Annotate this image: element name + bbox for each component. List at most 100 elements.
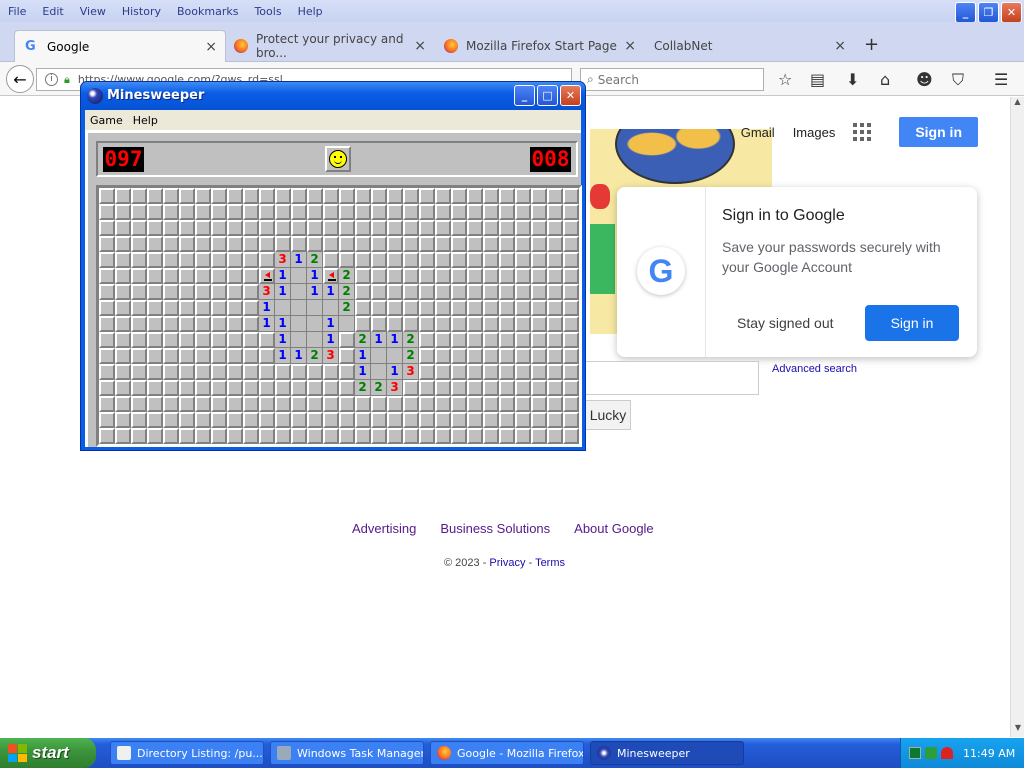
hidden-cell[interactable]: [179, 316, 195, 332]
hidden-cell[interactable]: [563, 300, 579, 316]
hidden-cell[interactable]: [467, 332, 483, 348]
terms-link[interactable]: Terms: [535, 557, 565, 569]
hidden-cell[interactable]: [499, 316, 515, 332]
hidden-cell[interactable]: [115, 316, 131, 332]
hidden-cell[interactable]: [515, 332, 531, 348]
hidden-cell[interactable]: [131, 332, 147, 348]
hidden-cell[interactable]: [355, 236, 371, 252]
hidden-cell[interactable]: [291, 204, 307, 220]
hidden-cell[interactable]: [563, 236, 579, 252]
hidden-cell[interactable]: [467, 316, 483, 332]
feedback-icon[interactable]: ☻: [916, 70, 933, 89]
hidden-cell[interactable]: [163, 380, 179, 396]
hidden-cell[interactable]: [147, 428, 163, 444]
hidden-cell[interactable]: [275, 412, 291, 428]
hidden-cell[interactable]: [147, 364, 163, 380]
hidden-cell[interactable]: [435, 188, 451, 204]
hidden-cell[interactable]: [483, 268, 499, 284]
clock[interactable]: 11:49 AM: [963, 747, 1015, 760]
hidden-cell[interactable]: [515, 204, 531, 220]
hidden-cell[interactable]: [147, 348, 163, 364]
tab-close-icon[interactable]: ×: [205, 39, 217, 55]
hidden-cell[interactable]: [467, 428, 483, 444]
hidden-cell[interactable]: [115, 428, 131, 444]
hidden-cell[interactable]: [227, 252, 243, 268]
hidden-cell[interactable]: [115, 220, 131, 236]
hidden-cell[interactable]: [435, 380, 451, 396]
hidden-cell[interactable]: [131, 204, 147, 220]
hidden-cell[interactable]: [547, 204, 563, 220]
hidden-cell[interactable]: [99, 412, 115, 428]
hidden-cell[interactable]: [467, 396, 483, 412]
flag-icon[interactable]: [323, 268, 339, 284]
hidden-cell[interactable]: [467, 220, 483, 236]
hidden-cell[interactable]: [227, 396, 243, 412]
hidden-cell[interactable]: [563, 396, 579, 412]
hidden-cell[interactable]: [147, 412, 163, 428]
revealed-cell[interactable]: [275, 300, 291, 316]
hidden-cell[interactable]: [339, 412, 355, 428]
hidden-cell[interactable]: [499, 348, 515, 364]
hidden-cell[interactable]: [499, 188, 515, 204]
hidden-cell[interactable]: [371, 428, 387, 444]
hidden-cell[interactable]: [211, 252, 227, 268]
hidden-cell[interactable]: [515, 188, 531, 204]
menu-view[interactable]: View: [72, 5, 114, 18]
hidden-cell[interactable]: [339, 332, 355, 348]
hidden-cell[interactable]: [499, 220, 515, 236]
hidden-cell[interactable]: [275, 204, 291, 220]
hidden-cell[interactable]: [387, 428, 403, 444]
hidden-cell[interactable]: [99, 268, 115, 284]
revealed-cell[interactable]: [307, 332, 323, 348]
hidden-cell[interactable]: [355, 268, 371, 284]
hidden-cell[interactable]: [547, 188, 563, 204]
privacy-link[interactable]: Privacy: [489, 557, 525, 569]
hidden-cell[interactable]: [547, 316, 563, 332]
hidden-cell[interactable]: [179, 332, 195, 348]
hidden-cell[interactable]: [147, 252, 163, 268]
hidden-cell[interactable]: [291, 412, 307, 428]
hidden-cell[interactable]: [179, 204, 195, 220]
revealed-cell[interactable]: 1: [275, 316, 291, 332]
hidden-cell[interactable]: [115, 188, 131, 204]
hidden-cell[interactable]: [99, 284, 115, 300]
revealed-cell[interactable]: [323, 300, 339, 316]
hidden-cell[interactable]: [195, 364, 211, 380]
hidden-cell[interactable]: [339, 380, 355, 396]
hidden-cell[interactable]: [195, 188, 211, 204]
hidden-cell[interactable]: [227, 204, 243, 220]
hidden-cell[interactable]: [179, 380, 195, 396]
hidden-cell[interactable]: [179, 412, 195, 428]
hidden-cell[interactable]: [499, 300, 515, 316]
hidden-cell[interactable]: [467, 300, 483, 316]
advanced-search-link[interactable]: Advanced search: [772, 363, 857, 375]
hidden-cell[interactable]: [259, 204, 275, 220]
card-signin-button[interactable]: Sign in: [865, 305, 959, 341]
info-icon[interactable]: i: [45, 73, 58, 86]
hidden-cell[interactable]: [227, 412, 243, 428]
hidden-cell[interactable]: [243, 204, 259, 220]
hidden-cell[interactable]: [163, 236, 179, 252]
hidden-cell[interactable]: [131, 300, 147, 316]
hidden-cell[interactable]: [259, 348, 275, 364]
revealed-cell[interactable]: 1: [323, 316, 339, 332]
tab-firefox-start[interactable]: Mozilla Firefox Start Page ×: [434, 30, 644, 62]
hidden-cell[interactable]: [291, 188, 307, 204]
revealed-cell[interactable]: [339, 316, 355, 332]
hidden-cell[interactable]: [131, 316, 147, 332]
hidden-cell[interactable]: [211, 268, 227, 284]
hidden-cell[interactable]: [195, 412, 211, 428]
hidden-cell[interactable]: [435, 268, 451, 284]
hidden-cell[interactable]: [163, 268, 179, 284]
hidden-cell[interactable]: [259, 412, 275, 428]
revealed-cell[interactable]: [291, 300, 307, 316]
hidden-cell[interactable]: [403, 428, 419, 444]
hidden-cell[interactable]: [195, 332, 211, 348]
hidden-cell[interactable]: [355, 412, 371, 428]
hidden-cell[interactable]: [419, 284, 435, 300]
revealed-cell[interactable]: 1: [275, 348, 291, 364]
revealed-cell[interactable]: [291, 332, 307, 348]
hidden-cell[interactable]: [355, 284, 371, 300]
revealed-cell[interactable]: 2: [403, 332, 419, 348]
hidden-cell[interactable]: [515, 300, 531, 316]
